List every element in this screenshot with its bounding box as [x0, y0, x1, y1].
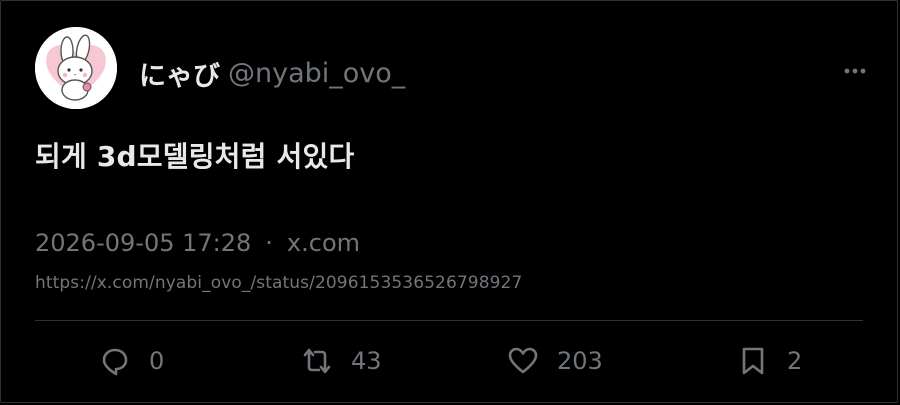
tweet-url[interactable]: https://x.com/nyabi_ovo_/status/20961535… — [35, 273, 522, 293]
reply-count: 0 — [149, 347, 165, 375]
reply-icon — [102, 348, 128, 376]
heart-icon — [508, 347, 538, 374]
reply-button[interactable]: 0 — [99, 337, 164, 385]
more-options-button[interactable] — [843, 59, 867, 83]
bookmark-icon — [742, 347, 764, 375]
tweet-meta: 2026-09-05 17:28 · x.com — [35, 229, 360, 257]
like-button[interactable]: 203 — [507, 337, 603, 385]
tweet-text: 되게 3d모델링처럼 서있다 — [35, 140, 355, 173]
bookmark-count: 2 — [787, 347, 803, 375]
retweet-count: 43 — [351, 347, 382, 375]
tweet-card: にゃび @nyabi_ovo_ 되게 3d모델링처럼 서있다 2026-09-0… — [0, 0, 898, 403]
retweet-icon — [303, 348, 331, 374]
bunny-avatar-icon — [35, 27, 117, 109]
timestamp[interactable]: 2026-09-05 17:28 — [35, 229, 251, 257]
action-bar: 0 43 203 2 — [35, 337, 835, 385]
author-row: にゃび @nyabi_ovo_ — [139, 53, 405, 93]
author-display-name[interactable]: にゃび — [139, 54, 220, 93]
source-link[interactable]: x.com — [287, 229, 360, 257]
avatar[interactable] — [35, 27, 117, 109]
meta-separator: · — [265, 229, 273, 257]
bookmark-button[interactable]: 2 — [737, 337, 802, 385]
author-handle[interactable]: @nyabi_ovo_ — [228, 58, 405, 89]
retweet-button[interactable]: 43 — [301, 337, 382, 385]
like-count: 203 — [557, 347, 603, 375]
divider — [35, 320, 863, 321]
more-dots-icon — [844, 68, 866, 74]
